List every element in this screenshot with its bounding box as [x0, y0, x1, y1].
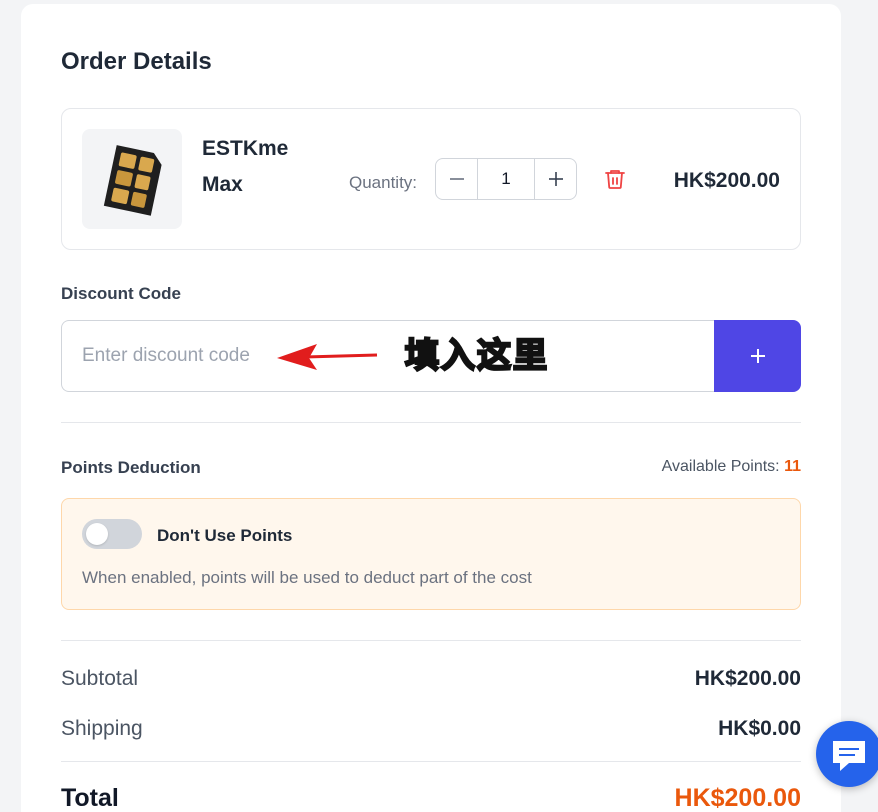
discount-code-input[interactable] — [61, 320, 715, 392]
quantity-label: Quantity: — [349, 173, 418, 192]
chat-bubble-icon — [833, 741, 865, 771]
chat-button[interactable] — [816, 721, 878, 787]
points-deduction-label: Points Deduction — [61, 458, 201, 477]
subtotal-label: Subtotal — [61, 667, 139, 690]
subtotal-value: HK$200.00 — [694, 667, 801, 690]
quantity-stepper: 1 — [435, 158, 577, 200]
discount-code-label: Discount Code — [61, 284, 181, 303]
plus-icon — [750, 349, 765, 363]
total-value: HK$200.00 — [674, 784, 801, 812]
divider — [61, 422, 801, 423]
minus-icon — [449, 178, 464, 180]
total-label: Total — [61, 784, 119, 812]
page-title: Order Details — [61, 48, 212, 75]
product-name: ESTKme Max — [202, 137, 289, 196]
product-image — [82, 129, 182, 229]
delete-item-button[interactable] — [603, 167, 627, 191]
product-item: ESTKme Max Quantity: 1 HK$200.00 — [61, 108, 801, 250]
plus-icon — [548, 172, 563, 186]
quantity-value[interactable]: 1 — [477, 159, 535, 199]
toggle-knob — [86, 523, 108, 545]
points-description: When enabled, points will be used to ded… — [82, 568, 532, 587]
order-details-card: Order Details ESTKme Max Quantity: 1 HK$… — [21, 4, 841, 812]
decrease-quantity-button[interactable] — [436, 159, 477, 199]
annotation-text: 填入这里 — [404, 335, 549, 378]
divider — [61, 640, 801, 641]
trash-icon — [605, 170, 625, 189]
available-points-value: 11 — [784, 458, 801, 475]
shipping-value: HK$0.00 — [718, 717, 801, 740]
divider — [61, 761, 801, 762]
toggle-label: Don't Use Points — [157, 526, 293, 545]
available-points: Available Points: 11 — [662, 458, 801, 476]
product-price: HK$200.00 — [673, 169, 780, 192]
annotation-arrow-icon — [277, 344, 378, 370]
sim-card-icon — [103, 145, 162, 216]
points-panel: Don't Use Points When enabled, points wi… — [61, 498, 801, 610]
apply-discount-button[interactable] — [714, 320, 801, 392]
available-points-label: Available Points: — [661, 458, 780, 475]
shipping-label: Shipping — [61, 717, 143, 740]
increase-quantity-button[interactable] — [535, 159, 576, 199]
use-points-toggle[interactable] — [82, 519, 142, 549]
